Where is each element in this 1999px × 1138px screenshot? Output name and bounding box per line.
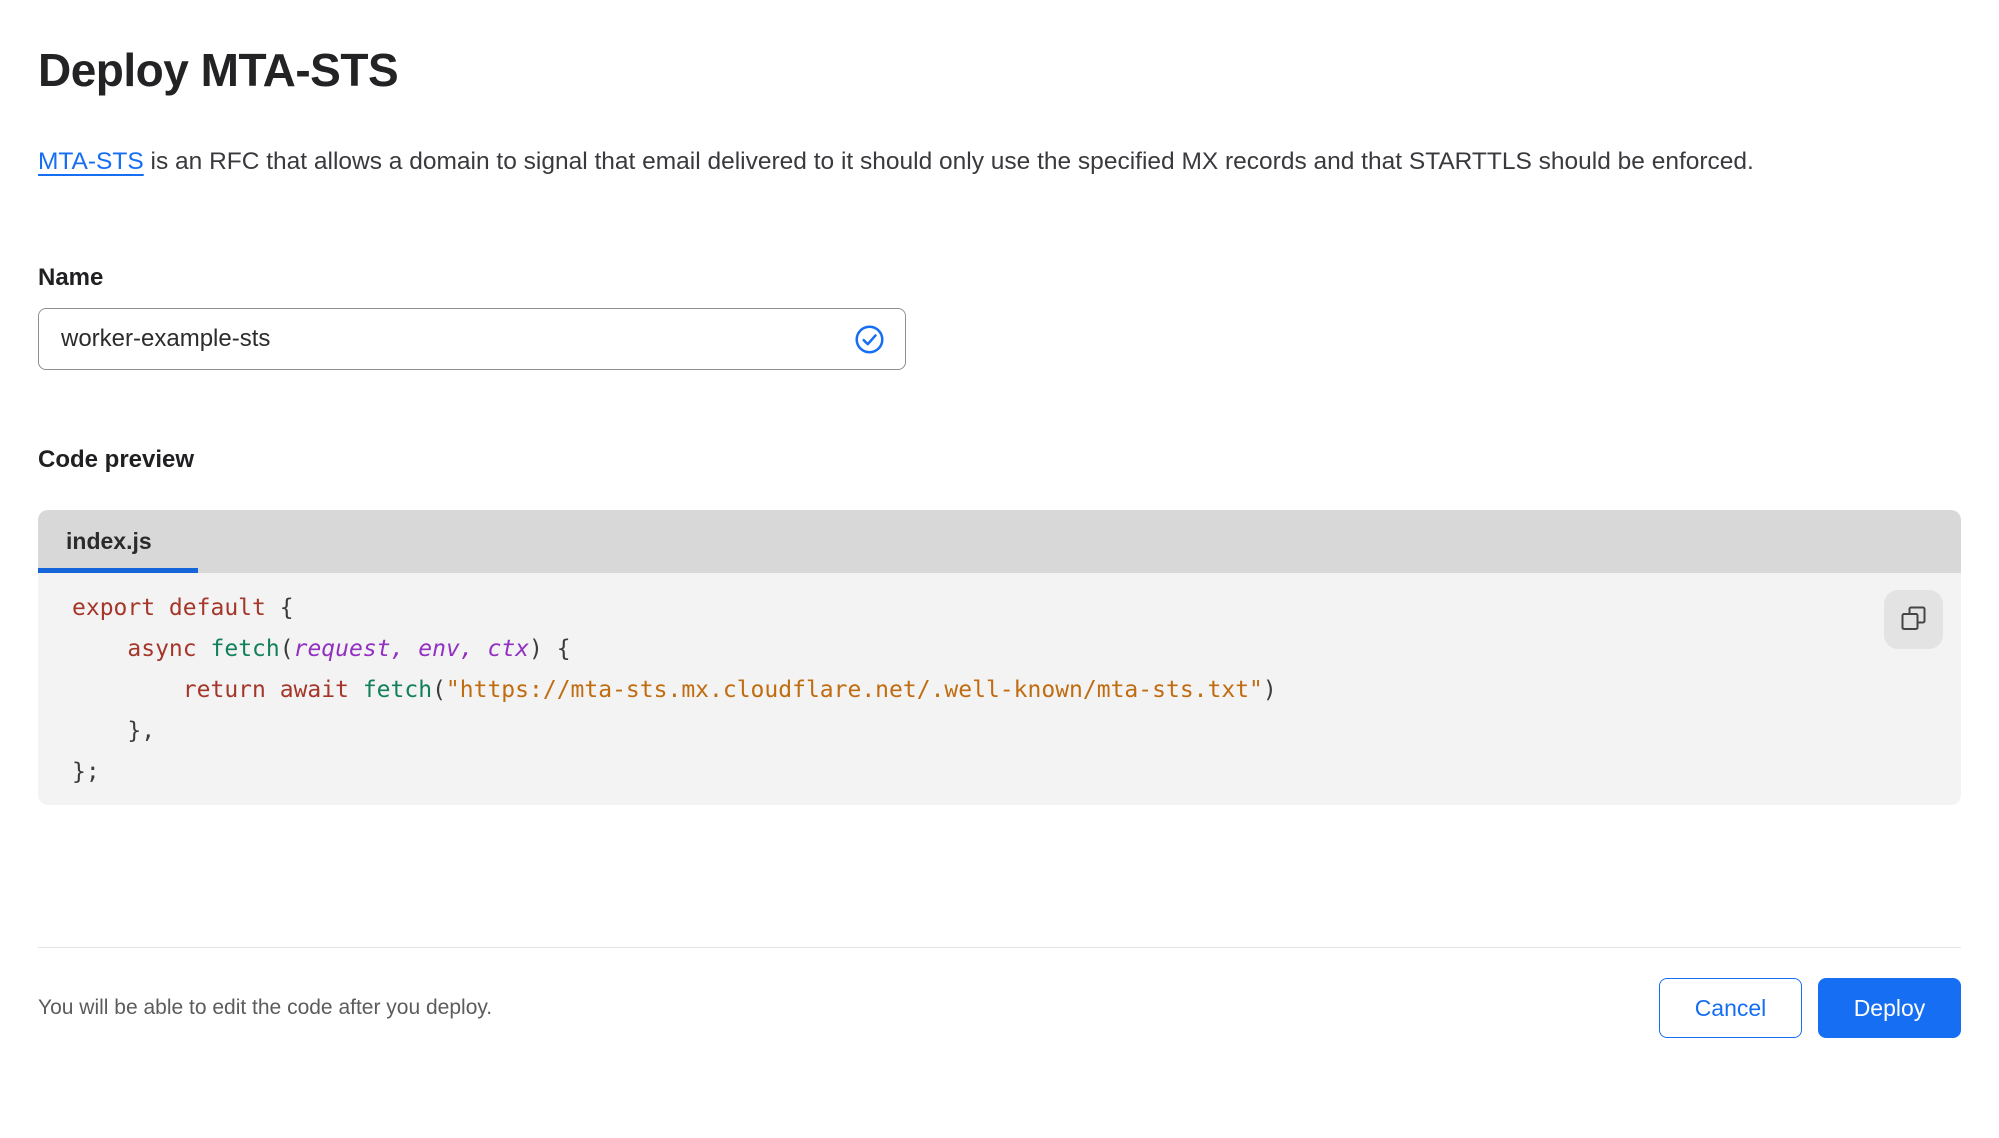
page-description-text: is an RFC that allows a domain to signal…	[143, 148, 1754, 175]
footer-note: You will be able to edit the code after …	[38, 996, 493, 1019]
name-input-wrap	[38, 308, 906, 370]
code-editor: export default { async fetch(request, en…	[72, 595, 1277, 785]
name-label: Name	[38, 264, 104, 291]
page-title: Deploy MTA-STS	[38, 44, 399, 96]
page-description: MTA-STS is an RFC that allows a domain t…	[38, 144, 1918, 180]
deploy-button[interactable]: Deploy	[1818, 978, 1961, 1038]
footer-actions: Cancel Deploy	[1659, 978, 1961, 1038]
footer-divider	[38, 947, 1961, 948]
code-preview-label: Code preview	[38, 446, 195, 473]
code-preview-block: index.js export default { async fetch(re…	[38, 510, 1961, 805]
footer: You will be able to edit the code after …	[38, 978, 1961, 1038]
code-body: export default { async fetch(request, en…	[38, 573, 1961, 805]
code-tab-bar: index.js	[38, 510, 1961, 573]
name-input[interactable]	[59, 324, 854, 354]
tab-label: index.js	[66, 528, 152, 554]
copy-code-button[interactable]	[1884, 590, 1943, 649]
tab-index-js[interactable]: index.js	[38, 510, 198, 573]
check-circle-icon	[854, 324, 885, 355]
deploy-mta-sts-page: Deploy MTA-STS MTA-STS is an RFC that al…	[0, 0, 1999, 1038]
mta-sts-link[interactable]: MTA-STS	[38, 148, 144, 175]
cancel-button[interactable]: Cancel	[1659, 978, 1802, 1038]
copy-icon	[1900, 605, 1927, 635]
